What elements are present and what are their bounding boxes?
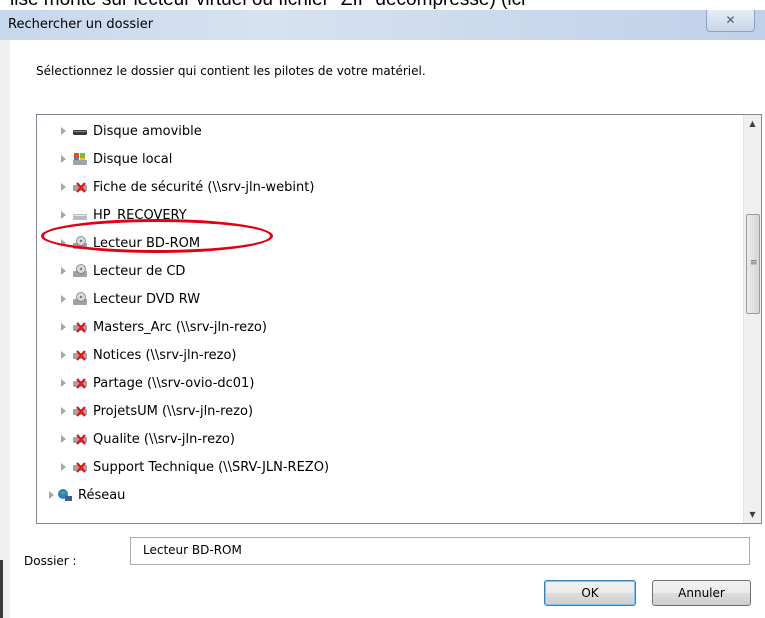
folder-tree[interactable]: Disque amovible Disque local Fiche de sé…	[36, 114, 762, 524]
expand-arrow-icon[interactable]	[61, 154, 66, 163]
expand-arrow-icon[interactable]	[61, 406, 66, 415]
tree-item-label: Disque amovible	[93, 124, 202, 139]
disconnected-network-drive-icon	[73, 377, 87, 389]
disconnected-network-drive-icon	[73, 405, 87, 417]
close-button[interactable]: ✕	[706, 10, 755, 32]
tree-item-removable-drive[interactable]: Disque amovible	[61, 121, 202, 143]
expand-arrow-icon[interactable]	[61, 266, 66, 275]
tree-item-hp-recovery[interactable]: HP_RECOVERY	[61, 205, 187, 227]
expand-arrow-icon[interactable]	[61, 238, 66, 247]
tree-item-support-technique[interactable]: Support Technique (\\SRV-JLN-REZO)	[61, 457, 329, 479]
expand-arrow-icon[interactable]	[61, 210, 66, 219]
expand-arrow-icon[interactable]	[61, 462, 66, 471]
tree-item-label: ProjetsUM (\\srv-jln-rezo)	[93, 404, 254, 419]
tree-item-label: Notices (\\srv-jln-rezo)	[93, 348, 237, 363]
folder-label: Dossier :	[24, 554, 77, 568]
tree-item-label: Lecteur de CD	[93, 264, 186, 279]
tree-item-fiche-securite[interactable]: Fiche de sécurité (\\srv-jln-webint)	[61, 177, 314, 199]
tree-item-cd[interactable]: Lecteur de CD	[61, 261, 185, 283]
tree-item-label: Fiche de sécurité (\\srv-jln-webint)	[93, 180, 315, 195]
tree-item-label: Support Technique (\\SRV-JLN-REZO)	[93, 460, 330, 475]
instruction-text: Sélectionnez le dossier qui contient les…	[36, 64, 426, 78]
disconnected-network-drive-icon	[73, 433, 87, 445]
hard-drive-icon	[73, 213, 87, 220]
tree-item-label: Réseau	[78, 488, 126, 503]
tree-item-label: HP_RECOVERY	[93, 208, 187, 223]
dialog-titlebar[interactable]: Rechercher un dossier ✕	[0, 10, 765, 40]
tree-item-label: Masters_Arc (\\srv-jln-rezo)	[93, 320, 267, 335]
dialog-title: Rechercher un dossier	[8, 17, 154, 32]
disconnected-network-drive-icon	[73, 321, 87, 333]
tree-item-label: Lecteur BD-ROM	[93, 236, 201, 251]
expand-arrow-icon[interactable]	[61, 434, 66, 443]
expand-arrow-icon[interactable]	[49, 490, 54, 499]
disconnected-network-drive-icon	[73, 181, 87, 193]
cancel-button[interactable]: Annuler	[652, 580, 751, 606]
ok-button[interactable]: OK	[544, 580, 636, 606]
scroll-up-arrow-icon[interactable]: ▲	[744, 115, 761, 132]
removable-drive-icon	[73, 129, 87, 135]
optical-drive-icon	[73, 263, 87, 277]
dialog-content: Sélectionnez le dossier qui contient les…	[10, 40, 765, 618]
network-icon	[58, 488, 72, 501]
browse-folder-dialog: Rechercher un dossier ✕ Sélectionnez le …	[0, 10, 765, 618]
scroll-down-arrow-icon[interactable]: ▼	[744, 506, 761, 523]
tree-item-label: Lecteur DVD RW	[93, 292, 201, 307]
expand-arrow-icon[interactable]	[61, 182, 66, 191]
tree-item-bd-rom[interactable]: Lecteur BD-ROM	[61, 233, 200, 255]
disconnected-network-drive-icon	[73, 461, 87, 473]
disconnected-network-drive-icon	[73, 349, 87, 361]
scrollbar-thumb[interactable]: ≡	[746, 214, 760, 314]
expand-arrow-icon[interactable]	[61, 350, 66, 359]
grip-icon: ≡	[750, 258, 758, 268]
close-icon: ✕	[725, 13, 736, 27]
tree-item-partage[interactable]: Partage (\\srv-ovio-dc01)	[61, 373, 254, 395]
tree-item-label: Qualite (\\srv-jln-rezo)	[93, 432, 235, 447]
expand-arrow-icon[interactable]	[61, 126, 66, 135]
folder-input[interactable]: Lecteur BD-ROM	[130, 537, 750, 565]
folder-tree-list: Disque amovible Disque local Fiche de sé…	[37, 115, 740, 523]
optical-drive-icon	[73, 291, 87, 305]
window-edge	[0, 560, 3, 618]
tree-item-notices[interactable]: Notices (\\srv-jln-rezo)	[61, 345, 236, 367]
tree-item-label: Partage (\\srv-ovio-dc01)	[93, 376, 255, 391]
tree-item-qualite[interactable]: Qualite (\\srv-jln-rezo)	[61, 429, 235, 451]
expand-arrow-icon[interactable]	[61, 294, 66, 303]
folder-input-value: Lecteur BD-ROM	[143, 543, 242, 557]
tree-item-label: Disque local	[93, 152, 173, 167]
local-disk-icon	[73, 152, 87, 165]
expand-arrow-icon[interactable]	[61, 322, 66, 331]
expand-arrow-icon[interactable]	[61, 378, 66, 387]
tree-item-reseau[interactable]: Réseau	[49, 485, 125, 507]
tree-item-projetsum[interactable]: ProjetsUM (\\srv-jln-rezo)	[61, 401, 253, 423]
tree-item-dvd-rw[interactable]: Lecteur DVD RW	[61, 289, 200, 311]
optical-drive-icon	[73, 235, 87, 249]
tree-item-local-disk[interactable]: Disque local	[61, 149, 172, 171]
vertical-scrollbar[interactable]: ▲ ≡ ▼	[743, 115, 761, 523]
tree-item-masters-arc[interactable]: Masters_Arc (\\srv-jln-rezo)	[61, 317, 267, 339]
